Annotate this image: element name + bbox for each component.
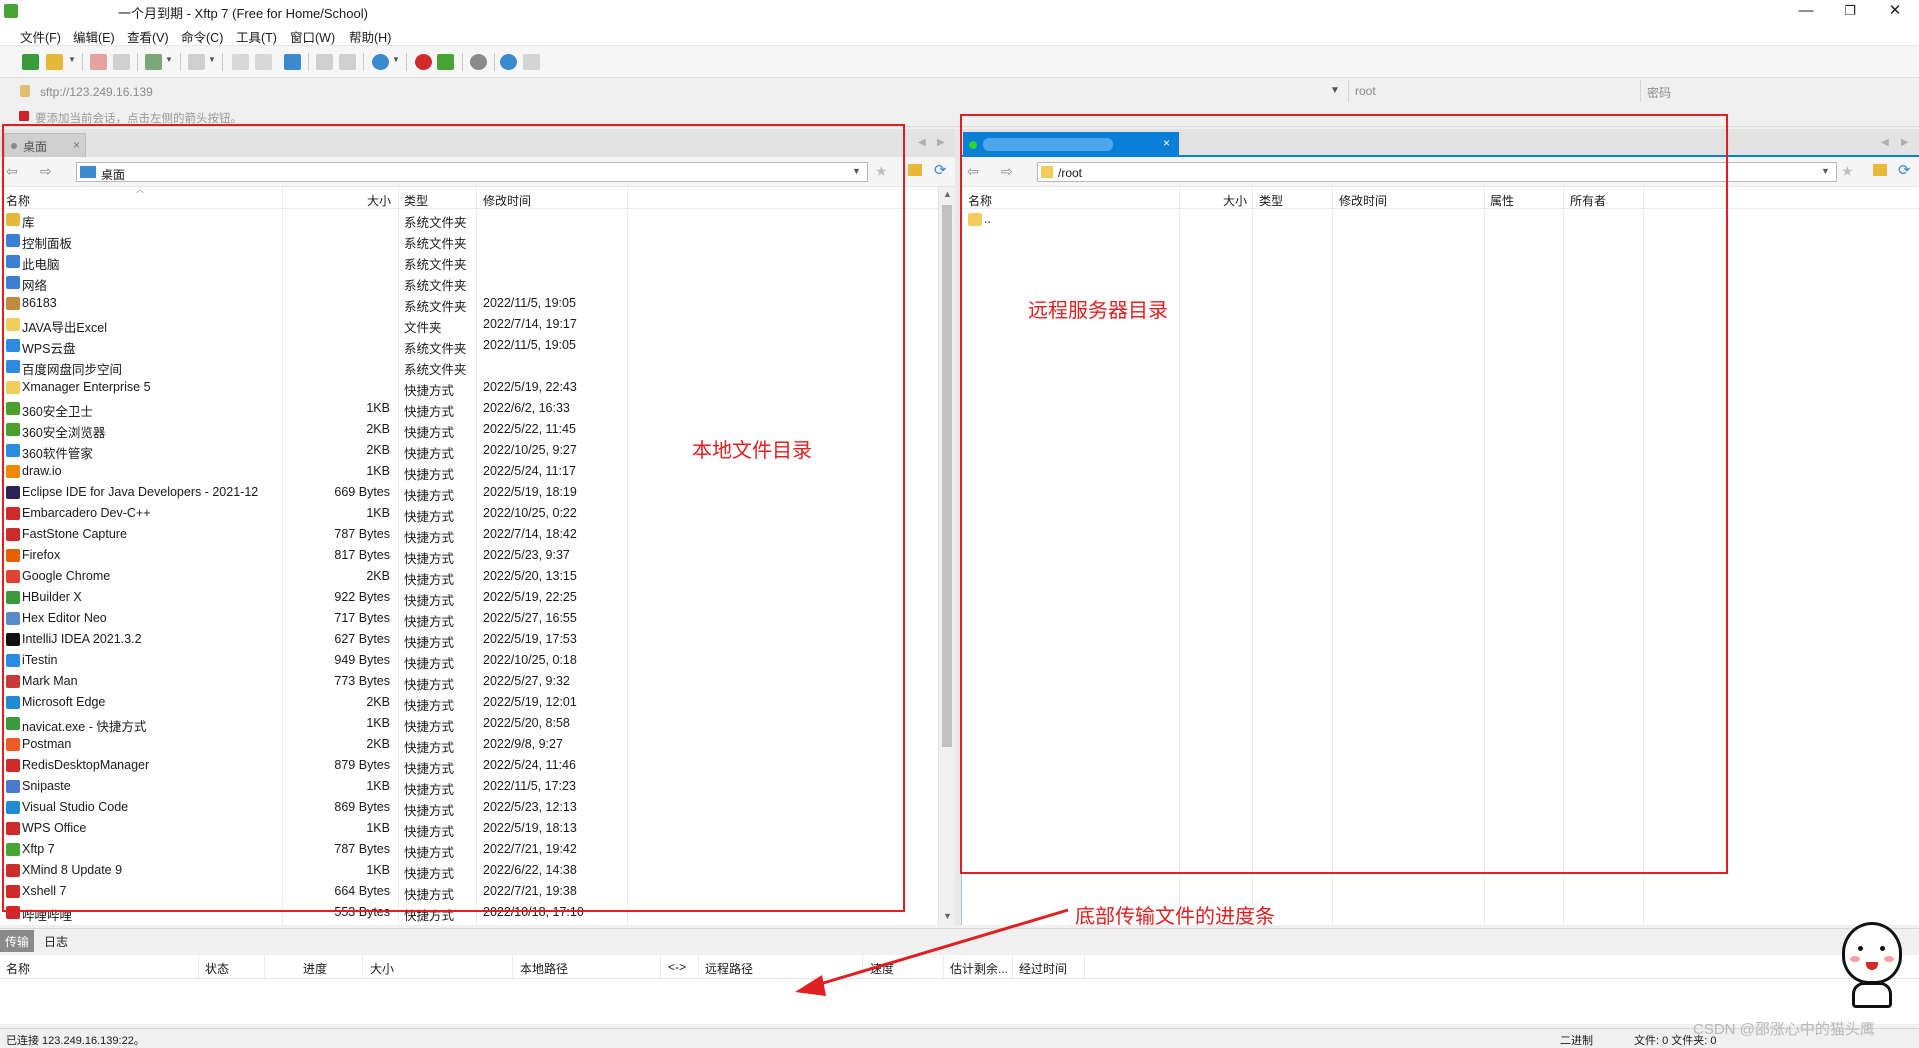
mascot-cheek <box>1884 956 1894 962</box>
mascot-face <box>1842 922 1902 984</box>
arrow-head <box>795 975 826 996</box>
mascot-cheek <box>1850 956 1860 962</box>
mascot-body <box>1852 982 1892 1008</box>
mascot-sticker <box>1838 922 1906 1010</box>
mascot-eye <box>1858 946 1863 951</box>
watermark: CSDN @邵涨心中的猫头鹰 <box>1693 1021 1875 1038</box>
mascot-eye <box>1880 946 1885 951</box>
annotation-arrow <box>795 908 1069 996</box>
arrow-shaft <box>809 908 1069 989</box>
